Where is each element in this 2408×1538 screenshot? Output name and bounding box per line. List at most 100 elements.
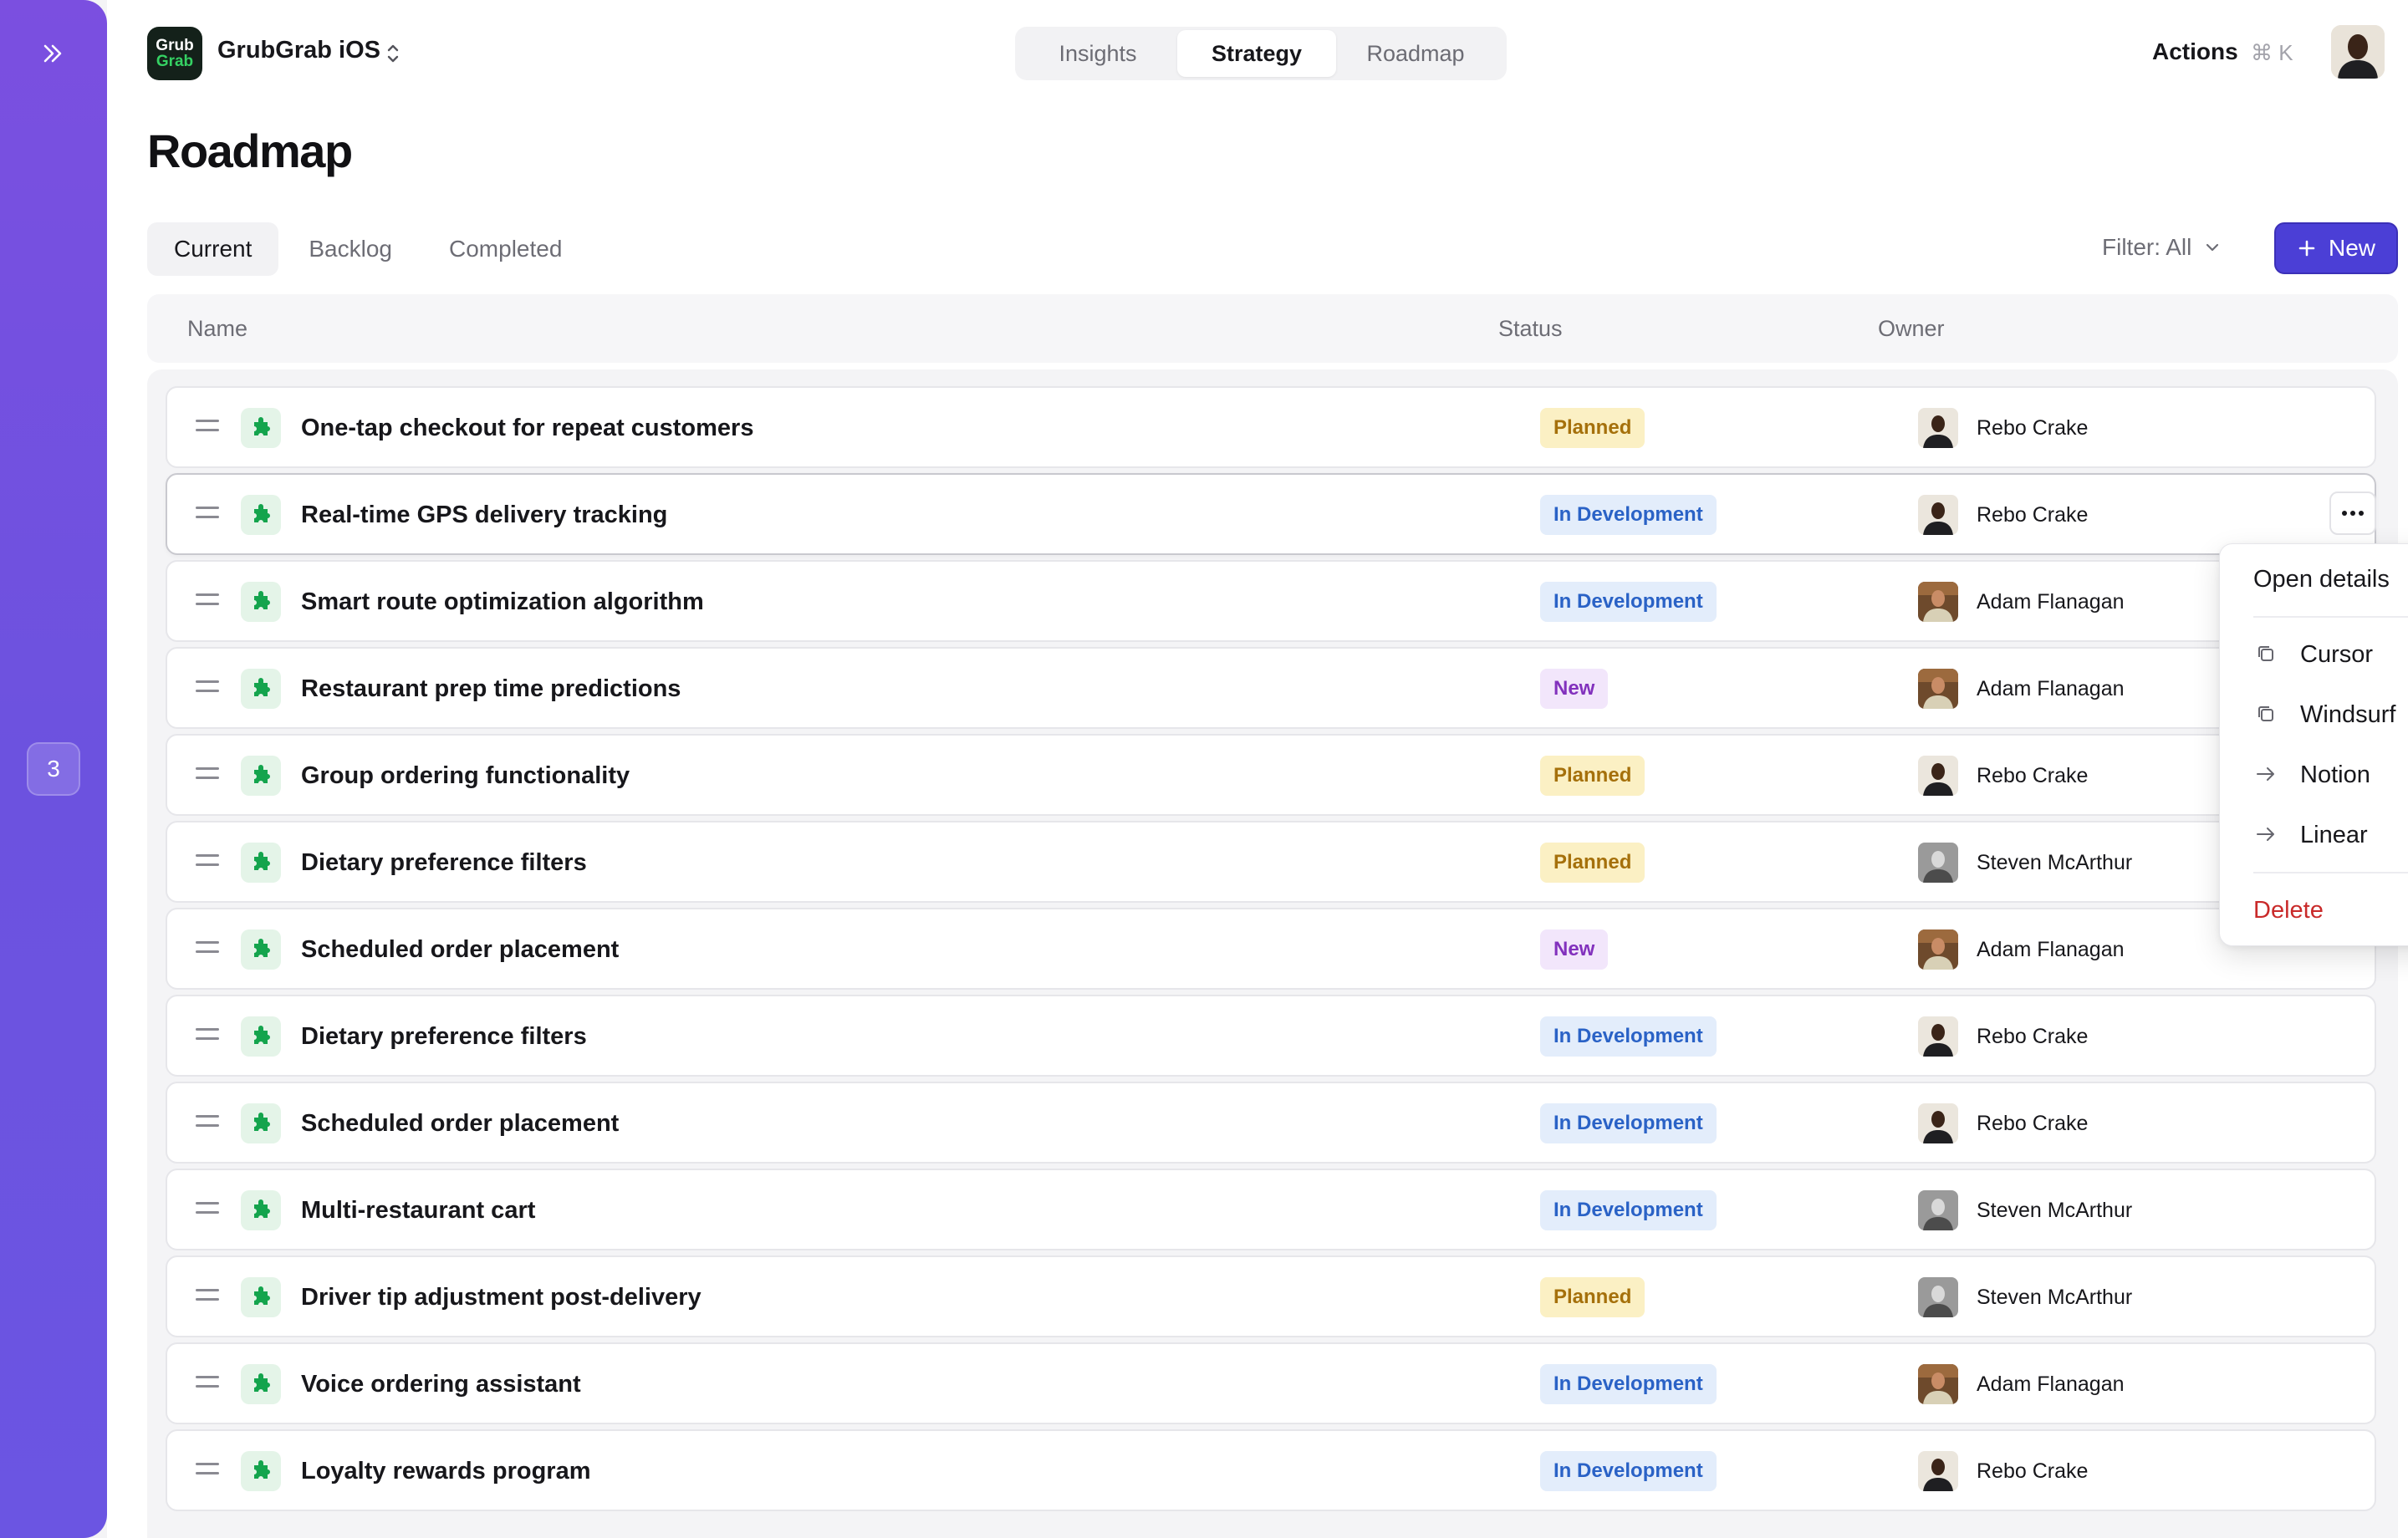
table-row[interactable]: Real-time GPS delivery tracking In Develo… xyxy=(166,473,2376,555)
copy-icon xyxy=(2253,641,2278,666)
user-avatar[interactable] xyxy=(2331,25,2385,79)
row-name[interactable]: One-tap checkout for repeat customers xyxy=(301,415,753,442)
menu-open-details[interactable]: Open details xyxy=(2253,566,2390,593)
status-badge[interactable]: In Development xyxy=(1540,1190,1717,1230)
owner-name: Steven McArthur xyxy=(1977,1199,2133,1222)
drag-handle-icon[interactable] xyxy=(196,941,219,960)
drag-handle-icon[interactable] xyxy=(196,1463,219,1481)
menu-item-windsurf[interactable]: Windsurf xyxy=(2300,701,2395,729)
status-badge[interactable]: In Development xyxy=(1540,1451,1717,1491)
table-row[interactable]: Group ordering functionality Planned Rebo … xyxy=(166,734,2376,816)
drag-handle-icon[interactable] xyxy=(196,1202,219,1220)
status-badge[interactable]: In Development xyxy=(1540,1103,1717,1143)
menu-item-linear[interactable]: Linear xyxy=(2300,822,2368,849)
tab-strategy[interactable]: Strategy xyxy=(1177,30,1336,77)
row-name[interactable]: Dietary preference filters xyxy=(301,1023,587,1051)
table-row[interactable]: Smart route optimization algorithm In Dev… xyxy=(166,560,2376,642)
copy-icon xyxy=(2253,701,2278,726)
row-name[interactable]: Scheduled order placement xyxy=(301,1110,619,1138)
actions-button[interactable]: Actions xyxy=(2152,38,2238,65)
main-panel: Grub Grab GrubGrab iOS Insights Strategy… xyxy=(107,0,2408,1538)
row-name[interactable]: Real-time GPS delivery tracking xyxy=(301,502,667,529)
row-name[interactable]: Driver tip adjustment post-delivery xyxy=(301,1284,701,1311)
row-name[interactable]: Smart route optimization algorithm xyxy=(301,588,704,616)
puzzle-icon xyxy=(241,1451,281,1491)
chevron-down-icon xyxy=(2206,243,2219,252)
status-badge[interactable]: Planned xyxy=(1540,756,1645,796)
table-row[interactable]: Voice ordering assistant In Development Ad… xyxy=(166,1342,2376,1424)
table-row[interactable]: Restaurant prep time predictions New Adam … xyxy=(166,647,2376,729)
drag-handle-icon[interactable] xyxy=(196,680,219,699)
menu-divider xyxy=(2253,616,2408,618)
notification-badge[interactable]: 3 xyxy=(27,742,80,796)
column-header-name[interactable]: Name xyxy=(187,316,247,342)
owner-name: Rebo Crake xyxy=(1977,1112,2089,1135)
table-row[interactable]: Dietary preference filters In Development… xyxy=(166,995,2376,1077)
tab-roadmap[interactable]: Roadmap xyxy=(1336,30,1495,77)
menu-item-cursor[interactable]: Cursor xyxy=(2300,641,2373,669)
drag-handle-icon[interactable] xyxy=(196,507,219,525)
owner-name: Rebo Crake xyxy=(1977,1459,2089,1483)
table-row[interactable]: Scheduled order placement In Development R… xyxy=(166,1082,2376,1164)
menu-item-notion[interactable]: Notion xyxy=(2300,761,2370,789)
chevron-updown-icon[interactable] xyxy=(383,38,403,69)
row-name[interactable]: Group ordering functionality xyxy=(301,762,630,790)
table-row[interactable]: Driver tip adjustment post-delivery Plann… xyxy=(166,1255,2376,1337)
filter-dropdown[interactable]: Filter: All xyxy=(2102,234,2222,261)
column-header-owner[interactable]: Owner xyxy=(1878,316,1945,342)
drag-handle-icon[interactable] xyxy=(196,854,219,873)
new-button[interactable]: New xyxy=(2274,222,2398,274)
row-name[interactable]: Scheduled order placement xyxy=(301,936,619,964)
tab-backlog[interactable]: Backlog xyxy=(282,222,419,276)
shortcut-hint: ⌘ K xyxy=(2251,40,2293,65)
puzzle-icon xyxy=(241,495,281,535)
expand-sidebar-icon[interactable] xyxy=(33,35,74,72)
drag-handle-icon[interactable] xyxy=(196,593,219,612)
logo-text-line2: Grab xyxy=(156,53,194,70)
status-badge[interactable]: In Development xyxy=(1540,1364,1717,1404)
status-badge[interactable]: Planned xyxy=(1540,408,1645,448)
row-name[interactable]: Loyalty rewards program xyxy=(301,1458,591,1485)
status-badge[interactable]: In Development xyxy=(1540,495,1717,535)
owner-avatar xyxy=(1918,582,1958,622)
owner-name: Rebo Crake xyxy=(1977,1025,2089,1048)
column-header-status[interactable]: Status xyxy=(1498,316,1563,342)
app-logo[interactable]: Grub Grab xyxy=(147,27,202,80)
row-name[interactable]: Dietary preference filters xyxy=(301,849,587,877)
row-name[interactable]: Restaurant prep time predictions xyxy=(301,675,681,703)
table-row[interactable]: One-tap checkout for repeat customers Pla… xyxy=(166,386,2376,468)
tab-completed[interactable]: Completed xyxy=(422,222,589,276)
sidebar-rail: 3 xyxy=(0,0,107,1538)
table-row[interactable]: Scheduled order placement New Adam Flanaga… xyxy=(166,908,2376,990)
drag-handle-icon[interactable] xyxy=(196,1289,219,1307)
status-badge[interactable]: New xyxy=(1540,929,1609,970)
menu-item-delete[interactable]: Delete xyxy=(2253,897,2324,924)
owner-avatar xyxy=(1918,1190,1958,1230)
row-name[interactable]: Multi-restaurant cart xyxy=(301,1197,535,1225)
drag-handle-icon[interactable] xyxy=(196,1115,219,1133)
status-badge[interactable]: In Development xyxy=(1540,1016,1717,1057)
puzzle-icon xyxy=(241,1103,281,1143)
status-badge[interactable]: Planned xyxy=(1540,843,1645,883)
table-row[interactable]: Dietary preference filters Planned Steven … xyxy=(166,821,2376,903)
drag-handle-icon[interactable] xyxy=(196,1028,219,1047)
filter-label: Filter: All xyxy=(2102,234,2192,260)
app-name[interactable]: GrubGrab iOS xyxy=(217,37,380,64)
drag-handle-icon[interactable] xyxy=(196,420,219,438)
status-badge[interactable]: Planned xyxy=(1540,1277,1645,1317)
row-name[interactable]: Voice ordering assistant xyxy=(301,1371,581,1398)
tab-current[interactable]: Current xyxy=(147,222,279,276)
table-row[interactable]: Multi-restaurant cart In Development Steve… xyxy=(166,1169,2376,1250)
more-options-button[interactable] xyxy=(2329,491,2376,535)
puzzle-icon xyxy=(241,582,281,622)
plus-icon xyxy=(2298,240,2315,257)
arrow-right-icon xyxy=(2253,761,2278,787)
tab-insights[interactable]: Insights xyxy=(1018,30,1177,77)
menu-divider xyxy=(2253,872,2408,873)
status-badge[interactable]: New xyxy=(1540,669,1609,709)
drag-handle-icon[interactable] xyxy=(196,767,219,786)
arrow-right-icon xyxy=(2253,822,2278,847)
drag-handle-icon[interactable] xyxy=(196,1376,219,1394)
table-row[interactable]: Loyalty rewards program In Development Reb… xyxy=(166,1429,2376,1511)
status-badge[interactable]: In Development xyxy=(1540,582,1717,622)
